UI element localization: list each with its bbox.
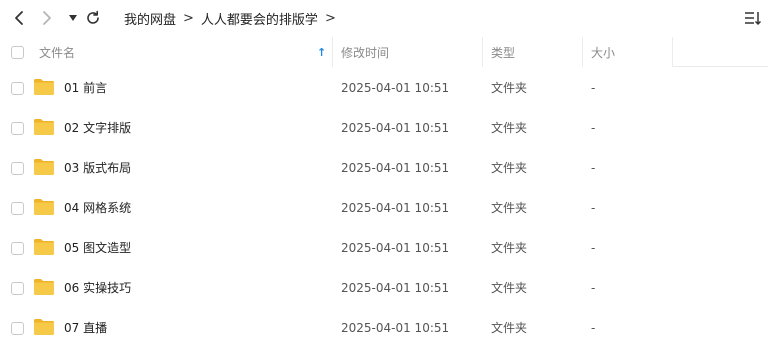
file-type: 文件夹 (491, 81, 528, 95)
table-row[interactable]: 06 实操技巧 2025-04-01 10:51 文件夹 - (0, 268, 768, 308)
folder-icon (34, 239, 54, 255)
chevron-right-icon (43, 11, 51, 25)
row-checkbox[interactable] (11, 282, 24, 295)
row-checkbox[interactable] (11, 122, 24, 135)
file-modified: 2025-04-01 10:51 (341, 321, 450, 335)
breadcrumb-separator: > (324, 10, 336, 26)
row-checkbox[interactable] (11, 162, 24, 175)
sort-menu-button[interactable] (744, 9, 762, 27)
table-row[interactable]: 02 文字排版 2025-04-01 10:51 文件夹 - (0, 108, 768, 148)
column-header-type[interactable]: 类型 (491, 37, 515, 67)
file-size: - (591, 281, 596, 295)
folder-icon (34, 119, 54, 135)
file-modified: 2025-04-01 10:51 (341, 81, 450, 95)
chevron-left-icon (15, 11, 23, 25)
history-dropdown-button[interactable] (66, 8, 80, 28)
file-modified: 2025-04-01 10:51 (341, 121, 450, 135)
file-name[interactable]: 01 前言 (64, 68, 107, 108)
column-divider[interactable] (672, 37, 673, 67)
file-type: 文件夹 (491, 321, 528, 335)
file-size: - (591, 201, 596, 215)
file-size: - (591, 321, 596, 335)
folder-icon (34, 159, 54, 175)
sort-list-icon (745, 12, 762, 26)
breadcrumb-item-current[interactable]: 人人都要会的排版学 (201, 9, 318, 28)
column-header-size-label: 大小 (591, 45, 616, 60)
refresh-button[interactable] (84, 8, 102, 28)
file-type: 文件夹 (491, 201, 528, 215)
folder-icon (34, 199, 54, 215)
column-header-modified-label: 修改时间 (341, 45, 390, 60)
folder-icon (34, 79, 54, 95)
navigation-bar: 我的网盘 > 人人都要会的排版学 > (0, 0, 768, 36)
file-type: 文件夹 (491, 241, 528, 255)
table-row[interactable]: 07 直播 2025-04-01 10:51 文件夹 - (0, 308, 768, 348)
file-modified: 2025-04-01 10:51 (341, 201, 450, 215)
table-row[interactable]: 03 版式布局 2025-04-01 10:51 文件夹 - (0, 148, 768, 188)
file-name[interactable]: 03 版式布局 (64, 148, 131, 188)
column-divider[interactable] (482, 37, 483, 67)
file-name[interactable]: 07 直播 (64, 308, 107, 348)
folder-icon (34, 279, 54, 295)
column-header-name[interactable]: 文件名 (39, 37, 75, 67)
file-type: 文件夹 (491, 281, 528, 295)
file-modified: 2025-04-01 10:51 (341, 281, 450, 295)
file-size: - (591, 161, 596, 175)
breadcrumb: 我的网盘 > 人人都要会的排版学 > (124, 8, 343, 28)
folder-icon (34, 319, 54, 335)
column-divider[interactable] (332, 37, 333, 67)
file-type: 文件夹 (491, 121, 528, 135)
back-button[interactable] (10, 8, 28, 28)
file-modified: 2025-04-01 10:51 (341, 241, 450, 255)
column-header-row: 文件名 ↑ 修改时间 类型 大小 (0, 37, 768, 67)
breadcrumb-item-root[interactable]: 我的网盘 (124, 9, 176, 28)
file-size: - (591, 81, 596, 95)
row-checkbox[interactable] (11, 202, 24, 215)
column-header-modified[interactable]: 修改时间 (341, 37, 389, 67)
row-checkbox[interactable] (11, 322, 24, 335)
refresh-icon (87, 10, 99, 24)
breadcrumb-separator: > (183, 10, 194, 26)
file-size: - (591, 241, 596, 255)
file-size: - (591, 121, 596, 135)
column-header-name-label: 文件名 (39, 45, 76, 60)
select-all-checkbox[interactable] (11, 46, 24, 59)
table-row[interactable]: 05 图文造型 2025-04-01 10:51 文件夹 - (0, 228, 768, 268)
sort-ascending-icon[interactable]: ↑ (317, 37, 326, 67)
file-name[interactable]: 05 图文造型 (64, 228, 131, 268)
file-modified: 2025-04-01 10:51 (341, 161, 450, 175)
file-name[interactable]: 06 实操技巧 (64, 268, 131, 308)
column-header-type-label: 类型 (491, 45, 516, 60)
header-underline (672, 66, 768, 67)
file-type: 文件夹 (491, 161, 528, 175)
row-checkbox[interactable] (11, 82, 24, 95)
file-name[interactable]: 02 文字排版 (64, 108, 131, 148)
table-row[interactable]: 04 网格系统 2025-04-01 10:51 文件夹 - (0, 188, 768, 228)
column-divider[interactable] (582, 37, 583, 67)
file-name[interactable]: 04 网格系统 (64, 188, 131, 228)
forward-button[interactable] (38, 8, 56, 28)
row-checkbox[interactable] (11, 242, 24, 255)
table-row[interactable]: 01 前言 2025-04-01 10:51 文件夹 - (0, 68, 768, 108)
triangle-down-icon (69, 15, 77, 21)
column-header-size[interactable]: 大小 (591, 37, 615, 67)
